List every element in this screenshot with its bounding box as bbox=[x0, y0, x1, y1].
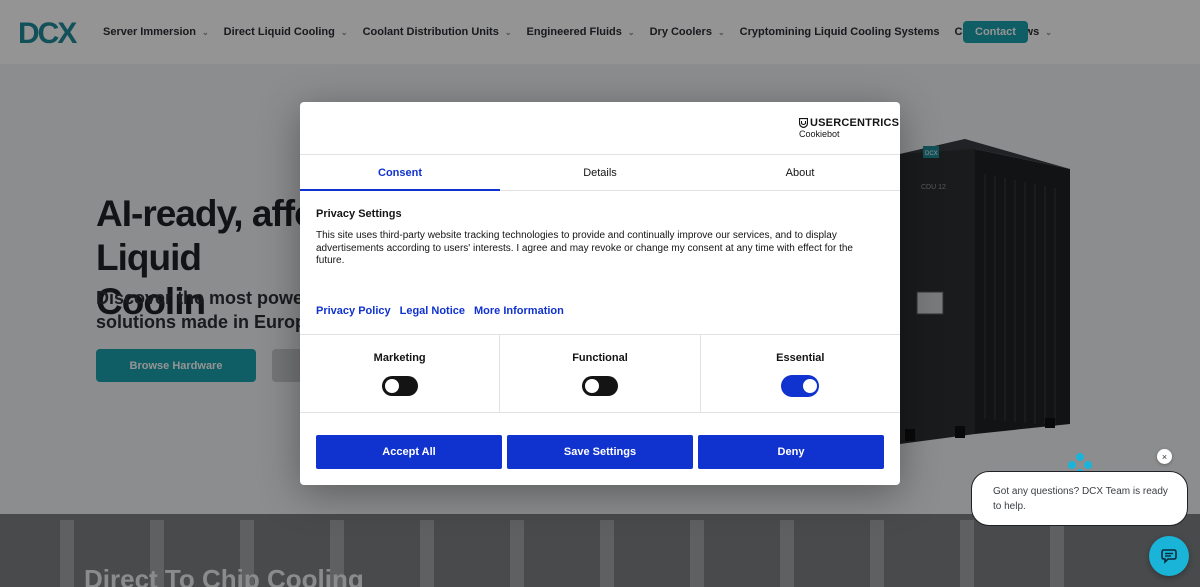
essential-toggle-group: Essential bbox=[701, 335, 900, 412]
brand-name: USERCENTRICS bbox=[810, 117, 900, 129]
chat-message-bubble[interactable]: Got any questions? DCX Team is ready to … bbox=[971, 471, 1188, 526]
dialog-body: Privacy Settings This site uses third-pa… bbox=[300, 191, 900, 335]
essential-label: Essential bbox=[776, 352, 825, 364]
cookie-consent-dialog: USERCENTRICS Cookiebot Consent Details A… bbox=[300, 102, 900, 485]
marketing-label: Marketing bbox=[373, 352, 426, 364]
accept-all-button[interactable]: Accept All bbox=[316, 435, 502, 469]
dialog-tabs: Consent Details About bbox=[300, 155, 900, 191]
marketing-toggle[interactable] bbox=[381, 376, 418, 396]
marketing-toggle-group: Marketing bbox=[300, 335, 501, 412]
chat-close-icon[interactable]: × bbox=[1157, 449, 1172, 464]
legal-notice-link[interactable]: Legal Notice bbox=[400, 305, 465, 317]
toggle-knob bbox=[584, 379, 599, 393]
policy-links: Privacy Policy Legal Notice More Informa… bbox=[316, 305, 573, 317]
deny-button[interactable]: Deny bbox=[698, 435, 884, 469]
brand-sub: Cookiebot bbox=[799, 129, 840, 139]
functional-toggle-group: Functional bbox=[500, 335, 701, 412]
essential-toggle[interactable] bbox=[782, 376, 819, 396]
toggle-knob bbox=[384, 379, 399, 393]
privacy-policy-link[interactable]: Privacy Policy bbox=[316, 305, 391, 317]
privacy-settings-title: Privacy Settings bbox=[316, 208, 402, 220]
functional-label: Functional bbox=[572, 352, 628, 364]
chat-launcher-button[interactable] bbox=[1149, 536, 1189, 576]
chat-icon bbox=[1161, 549, 1177, 564]
shield-icon bbox=[799, 118, 808, 128]
tab-about[interactable]: About bbox=[700, 155, 900, 190]
consent-toggles: Marketing Functional Essential bbox=[300, 335, 900, 413]
header-overlay bbox=[0, 0, 1200, 64]
tab-details[interactable]: Details bbox=[500, 155, 700, 190]
more-information-link[interactable]: More Information bbox=[474, 305, 564, 317]
privacy-description: This site uses third-party website track… bbox=[316, 230, 853, 266]
dialog-actions: Accept All Save Settings Deny bbox=[300, 413, 900, 469]
toggle-knob bbox=[803, 379, 818, 393]
functional-toggle[interactable] bbox=[581, 376, 618, 396]
usercentrics-brand[interactable]: USERCENTRICS Cookiebot bbox=[799, 117, 899, 139]
tab-consent[interactable]: Consent bbox=[300, 155, 500, 191]
dialog-header: USERCENTRICS Cookiebot bbox=[300, 102, 900, 155]
save-settings-button[interactable]: Save Settings bbox=[507, 435, 693, 469]
